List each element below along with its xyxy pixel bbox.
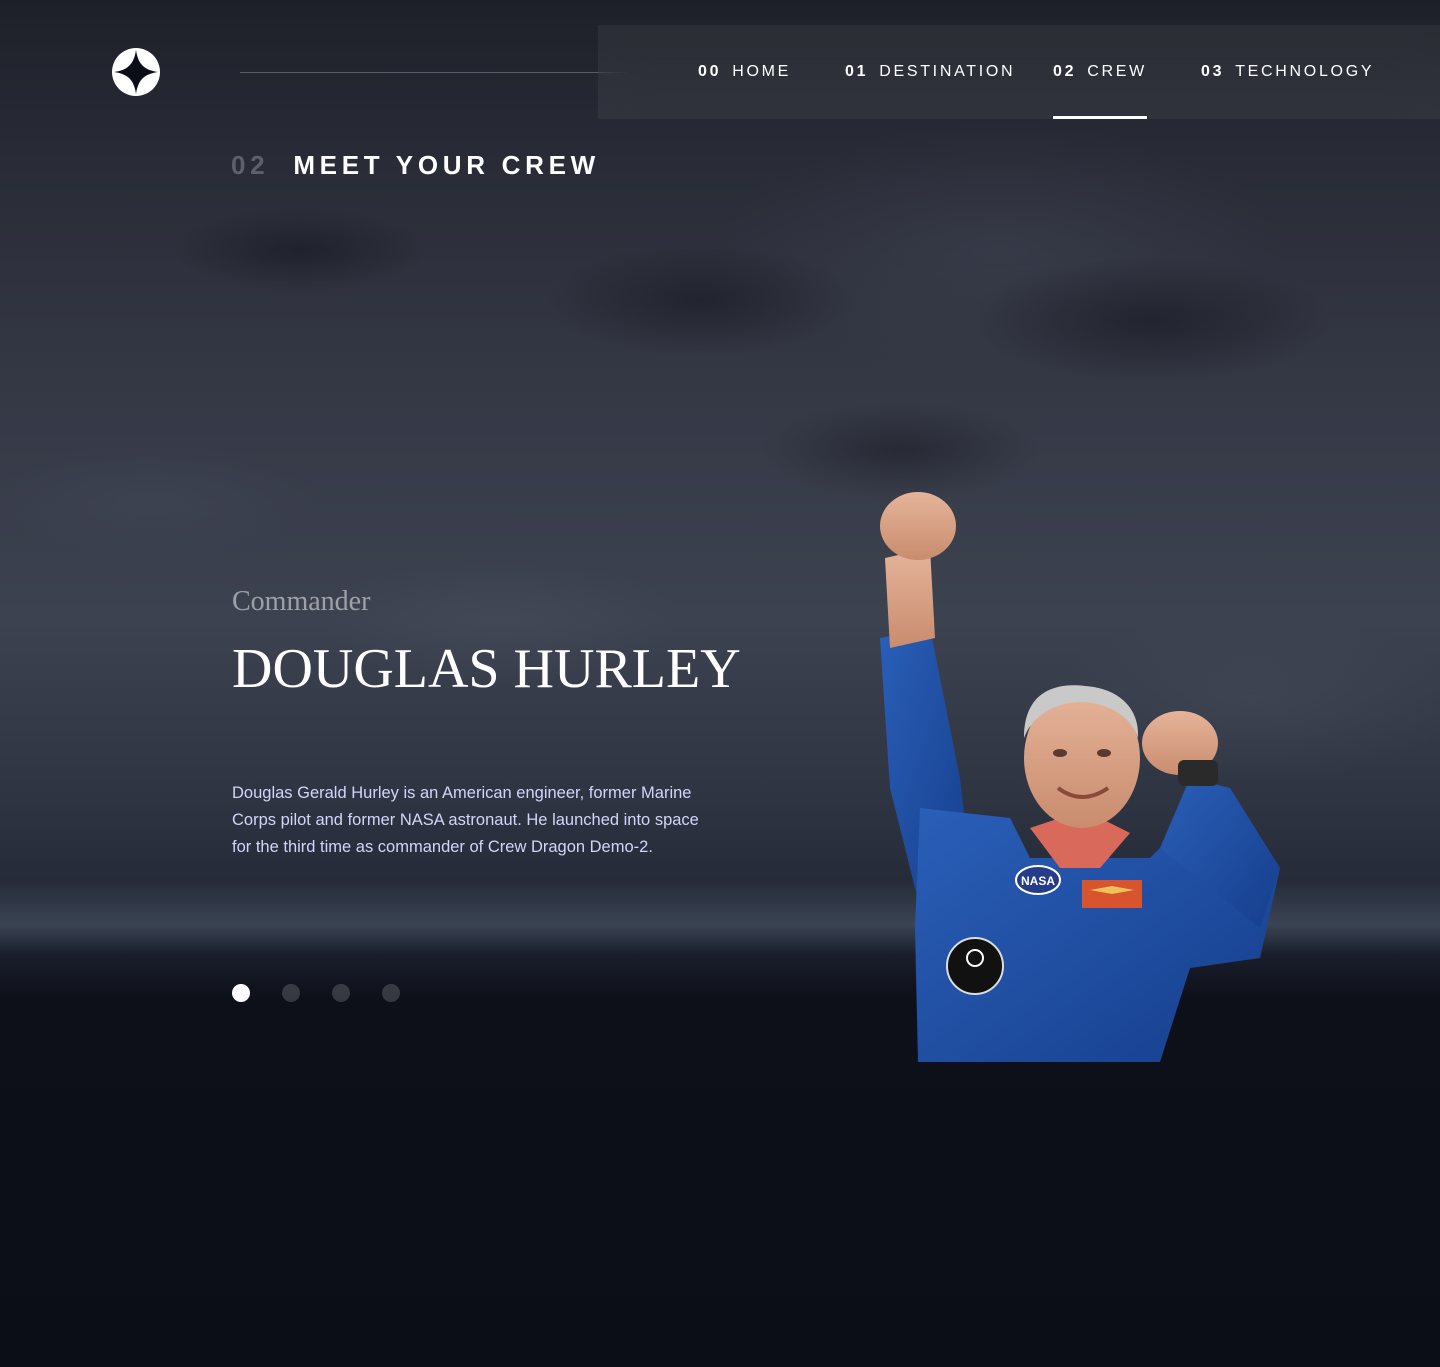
nav-item-destination[interactable]: 01 DESTINATION (845, 25, 1015, 119)
nav-item-number: 00 (698, 63, 722, 80)
nav-item-number: 02 (1053, 63, 1077, 80)
nav-item-label: DESTINATION (879, 63, 1016, 80)
crew-name: DOUGLAS HURLEY (232, 638, 741, 700)
nav-item-label: CREW (1087, 63, 1147, 80)
crew-dot-2[interactable] (282, 984, 300, 1002)
nav-item-label: TECHNOLOGY (1235, 63, 1375, 80)
page-title: 02 MEET YOUR CREW (231, 150, 600, 181)
nav-item-crew[interactable]: 02 CREW (1053, 25, 1147, 119)
page-title-text: MEET YOUR CREW (293, 150, 600, 180)
nav-item-number: 01 (845, 63, 869, 80)
nav-item-technology[interactable]: 03 TECHNOLOGY (1201, 25, 1374, 119)
suit-nasa-patch-text: NASA (1021, 874, 1055, 888)
main-nav: 00 HOME 01 DESTINATION 02 CREW 03 TECHNO… (598, 25, 1440, 119)
nav-item-label: HOME (732, 63, 792, 80)
nav-item-number: 03 (1201, 63, 1225, 80)
star-logo-icon[interactable] (112, 48, 160, 96)
page-title-number: 02 (231, 150, 270, 180)
crew-pagination (232, 984, 400, 1002)
nav-item-home[interactable]: 00 HOME (698, 25, 791, 119)
crew-dot-3[interactable] (332, 984, 350, 1002)
crew-role: Commander (232, 586, 371, 617)
crew-bio: Douglas Gerald Hurley is an American eng… (232, 784, 699, 856)
crew-dot-1[interactable] (232, 984, 250, 1002)
astronaut-photo: NASA (860, 488, 1300, 1062)
crew-dot-4[interactable] (382, 984, 400, 1002)
header-divider (240, 72, 627, 73)
